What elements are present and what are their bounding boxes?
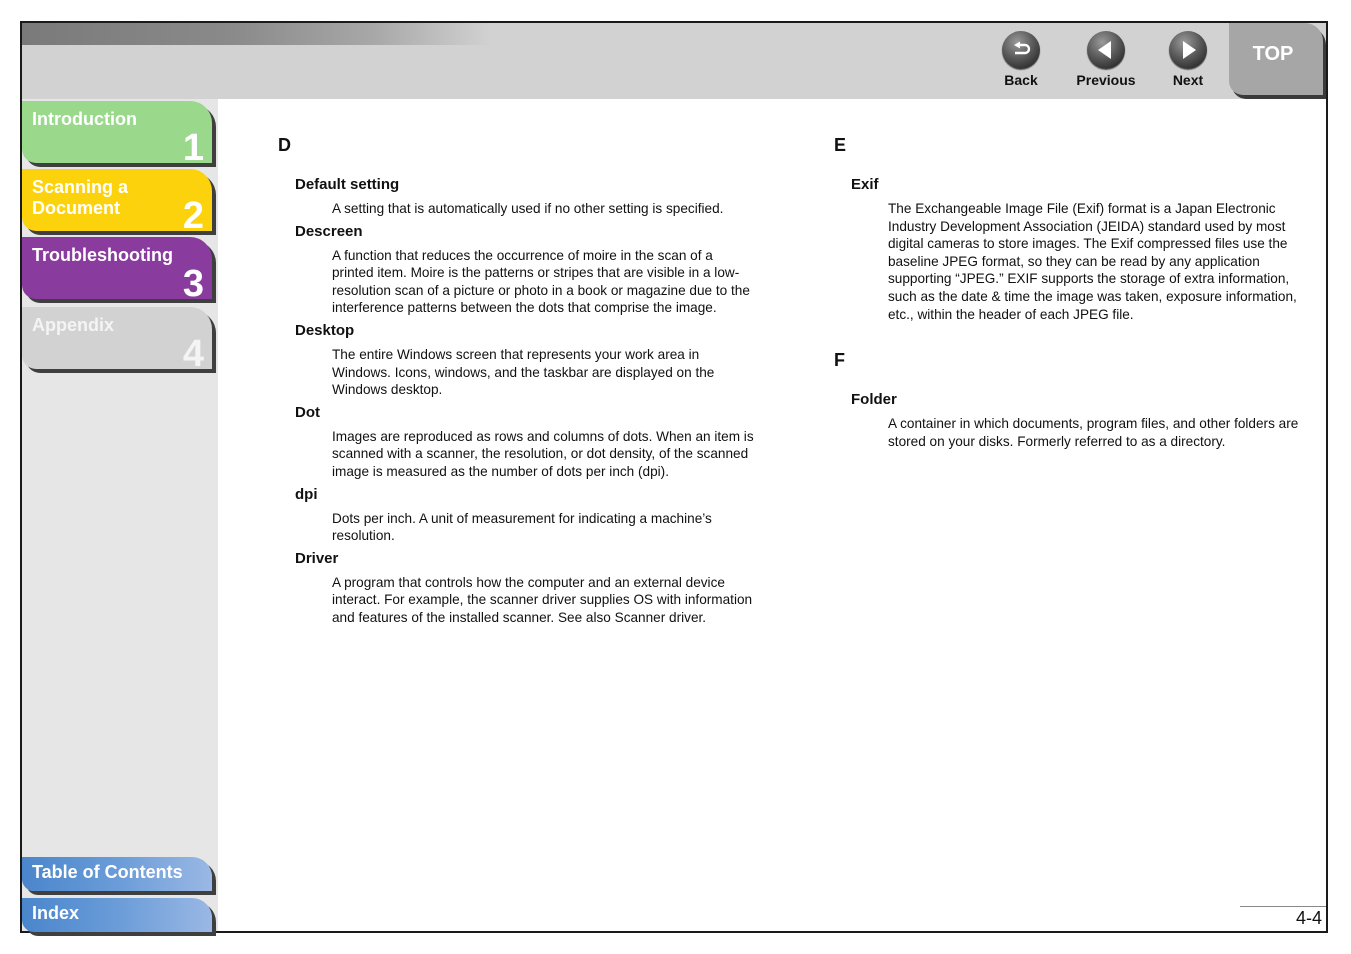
glossary-entry: Descreen A function that reduces the occ… [278,223,758,317]
back-icon [1002,31,1040,69]
glossary-definition: The entire Windows screen that represent… [332,346,715,398]
chapter-tab-troubleshooting[interactable]: Troubleshooting 3 [22,237,212,303]
previous-button[interactable]: Previous [1076,31,1136,88]
back-button[interactable]: Back [991,31,1051,88]
next-button[interactable]: Next [1158,31,1218,88]
glossary-content: D Default setting A setting that is auto… [218,99,1326,931]
glossary-letter-heading: E [834,135,847,155]
chapter-tab-introduction[interactable]: Introduction 1 [22,101,212,167]
top-toolbar: Back Previous Next TOP [22,23,1326,99]
glossary-definition: The Exchangeable Image File (Exif) forma… [888,201,1297,322]
back-label: Back [1004,72,1038,88]
table-of-contents-label: Table of Contents [32,862,183,882]
next-icon [1169,31,1207,69]
table-of-contents-button[interactable]: Table of Contents [22,857,212,891]
manual-page: Back Previous Next TOP Introduction 1 Sc… [20,21,1328,933]
glossary-column-right: E Exif The Exchangeable Image File (Exif… [834,135,1314,455]
glossary-letter-heading: D [278,135,291,155]
next-label: Next [1172,72,1204,88]
top-button[interactable]: TOP [1229,23,1323,95]
glossary-definition: Images are reproduced as rows and column… [332,428,754,479]
index-button[interactable]: Index [22,898,212,932]
glossary-definition: A setting that is automatically used if … [332,201,724,216]
chapter-title: Scanning a Document [32,177,129,218]
glossary-column-left: D Default setting A setting that is auto… [278,135,758,632]
chapter-number: 1 [182,127,204,169]
previous-label: Previous [1076,72,1136,88]
glossary-term: Desktop [295,321,355,339]
glossary-term: Exif [851,176,879,193]
chapter-number: 4 [182,333,204,375]
chapter-sidebar: Introduction 1 Scanning a Document 2 Tro… [22,99,218,932]
top-label: TOP [1252,43,1294,65]
glossary-entry: Exif The Exchangeable Image File (Exif) … [834,176,1314,323]
glossary-entry: dpi Dots per inch. A unit of measurement… [278,486,758,545]
chapter-tab-appendix[interactable]: Appendix 4 [22,307,212,373]
chapter-title: Appendix [32,315,115,335]
chapter-title: Introduction [32,109,137,129]
glossary-definition: Dots per inch. A unit of measurement for… [332,510,712,544]
glossary-term: Descreen [295,222,363,240]
glossary-entry: Desktop The entire Windows screen that r… [278,322,758,399]
page-number-divider [1240,906,1326,907]
page-number: 4-4 [1295,908,1322,928]
index-label: Index [32,903,80,923]
previous-icon [1087,31,1125,69]
glossary-term: Default setting [295,176,400,193]
glossary-definition: A container in which documents, program … [888,416,1299,449]
chapter-title: Troubleshooting [32,245,173,265]
glossary-entry: Dot Images are reproduced as rows and co… [278,404,758,481]
glossary-term: Folder [851,391,897,409]
glossary-letter-heading: F [834,350,845,371]
glossary-definition: A function that reduces the occurrence o… [332,247,750,316]
glossary-term: Dot [295,403,320,421]
glossary-entry: Default setting A setting that is automa… [278,176,758,218]
chapter-number: 2 [182,195,204,237]
toolbar-gradient-strip [22,23,492,45]
glossary-term: dpi [295,485,318,503]
glossary-entry: Folder A container in which documents, p… [834,391,1314,450]
glossary-definition: A program that controls how the computer… [332,574,753,625]
chapter-tab-scanning-a-document[interactable]: Scanning a Document 2 [22,169,212,235]
glossary-entry: Driver A program that controls how the c… [278,550,758,627]
glossary-term: Driver [295,549,339,567]
chapter-number: 3 [182,263,204,305]
